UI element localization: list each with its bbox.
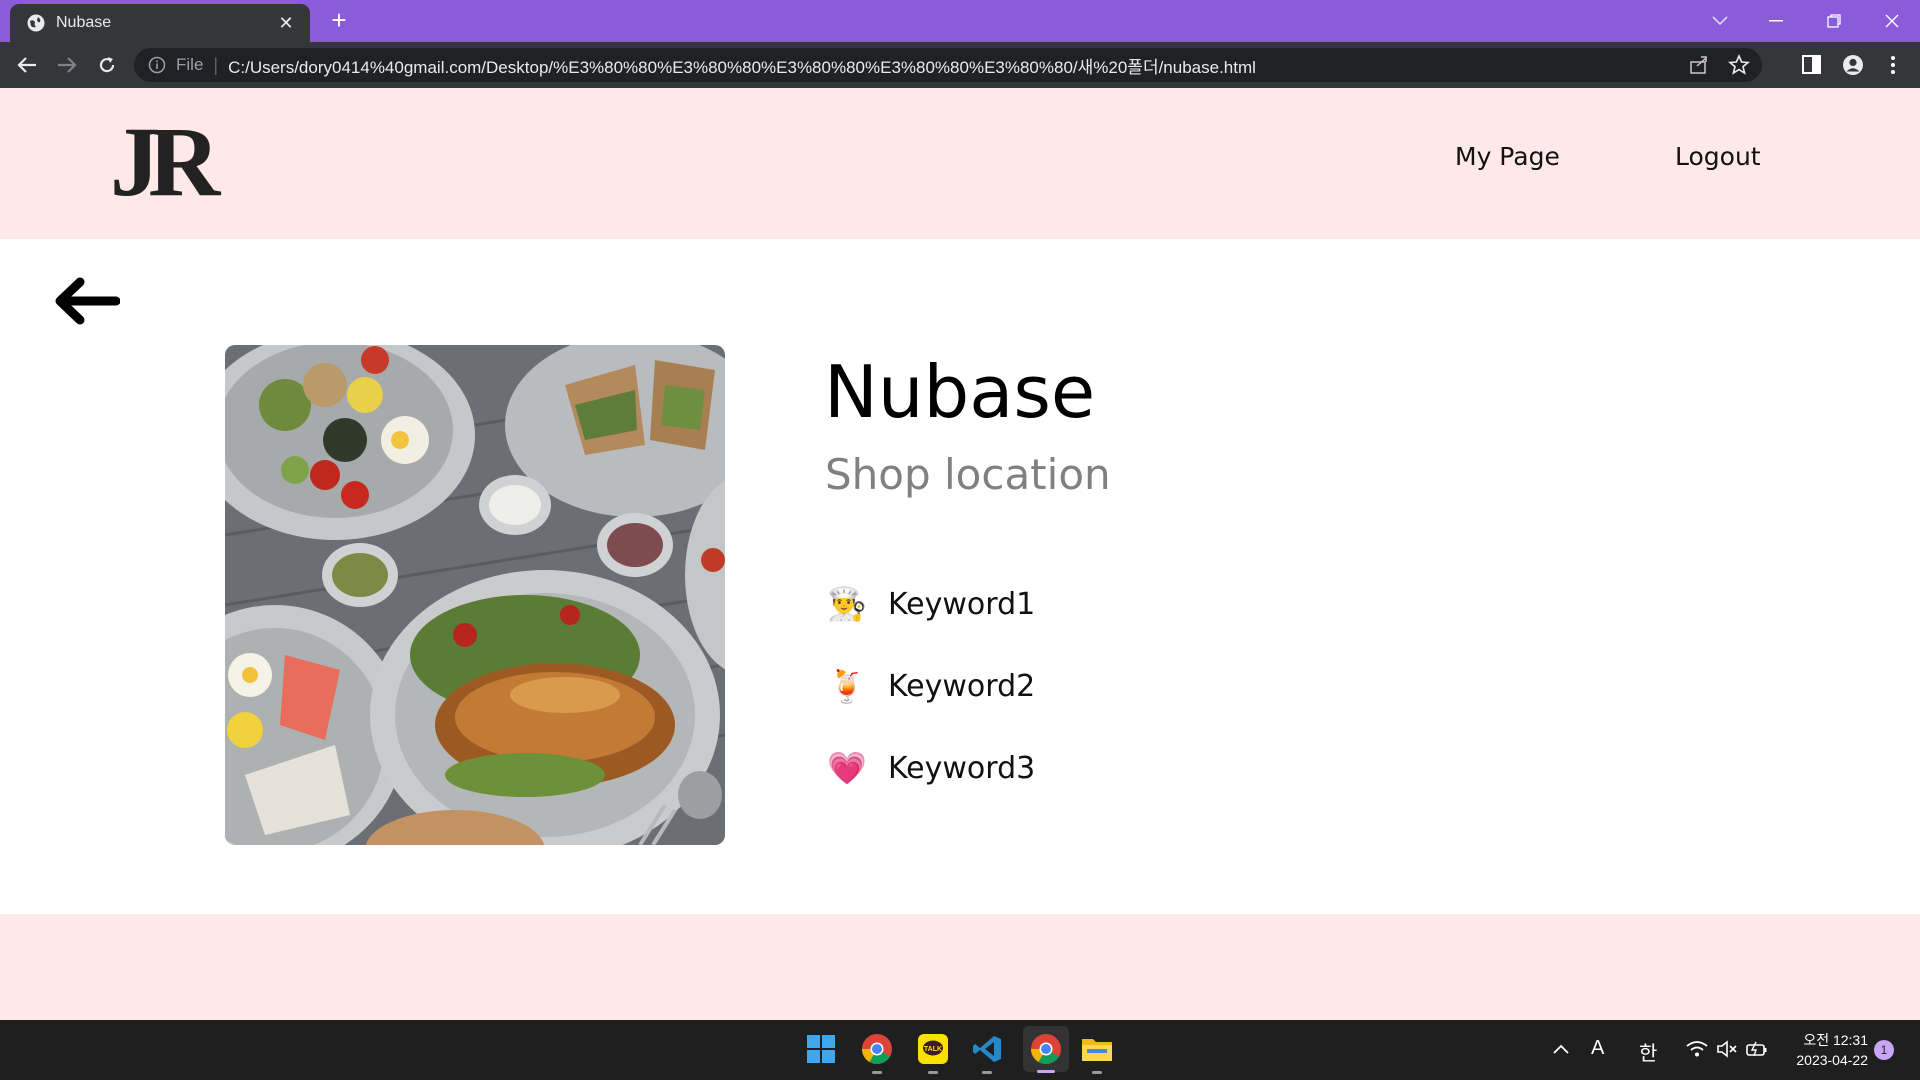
tray-font-indicator[interactable]: A [1591,1037,1604,1060]
chevron-down-icon [1712,16,1728,26]
nav-logout[interactable]: Logout [1675,142,1761,171]
taskbar-chrome[interactable] [858,1030,896,1074]
chef-emoji-icon: 👨‍🍳 [827,586,867,622]
back-arrow-icon[interactable] [54,276,120,326]
address-bar[interactable]: File | C:/Users/dory0414%40gmail.com/Des… [134,48,1762,82]
close-tab-icon[interactable]: ✕ [276,13,296,34]
reload-button[interactable] [93,51,121,79]
shop-photo [225,345,725,845]
volume-muted-icon[interactable] [1716,1040,1738,1058]
info-icon[interactable] [148,56,166,74]
chrome-icon [862,1034,892,1065]
battery-charging-icon[interactable] [1746,1040,1768,1058]
browser-titlebar: Nubase ✕ + [0,0,1920,42]
browser-tab[interactable]: Nubase ✕ [10,4,310,42]
keyword-label: Keyword1 [888,586,1036,622]
site-logo[interactable]: JR [110,112,220,212]
tab-title: Nubase [56,14,112,31]
clock-time: 오전 12:31 [1803,1032,1868,1048]
active-indicator [1037,1070,1055,1073]
running-indicator [928,1071,938,1074]
taskbar-chrome-active[interactable] [1023,1026,1069,1073]
keyword-item: 🍹 Keyword2 [826,665,1035,707]
file-explorer-icon [1082,1039,1112,1061]
side-panel-icon[interactable] [1801,54,1823,76]
running-indicator [872,1071,882,1074]
arrow-right-icon [58,57,77,73]
tab-search-button[interactable] [1692,0,1748,42]
address-scheme: File [176,55,204,74]
kebab-menu-icon[interactable] [1882,54,1904,76]
minimize-icon [1769,20,1783,22]
globe-icon [27,14,45,32]
svg-text:TALK: TALK [924,1046,942,1053]
reload-icon [99,57,115,73]
keyword-label: Keyword2 [888,668,1036,704]
clock-date: 2023-04-22 [1796,1052,1868,1068]
running-indicator [1092,1071,1102,1074]
nav-my-page[interactable]: My Page [1455,142,1560,171]
bookmark-star-icon[interactable] [1728,54,1750,76]
share-icon[interactable] [1688,54,1710,76]
taskbar-file-explorer[interactable] [1078,1030,1116,1074]
back-button[interactable] [13,51,41,79]
restore-icon [1827,14,1841,28]
heart-emoji-icon: 💗 [827,750,867,786]
windows-start-button[interactable] [802,1030,840,1068]
address-url[interactable]: C:/Users/dory0414%40gmail.com/Desktop/%E… [228,53,1256,78]
site-footer [0,914,1920,1020]
keyword-label: Keyword3 [888,750,1036,786]
site-header: JR My Page Logout [0,88,1920,239]
taskbar-kakaotalk[interactable]: TALK [914,1030,952,1074]
windows-start-icon [807,1035,835,1063]
vscode-icon [973,1036,1001,1062]
wifi-icon[interactable] [1686,1040,1708,1058]
running-indicator [982,1071,992,1074]
shop-location: Shop location [825,450,1111,499]
chevron-up-icon[interactable] [1553,1044,1569,1054]
minimize-button[interactable] [1748,0,1804,42]
tropical-drink-emoji-icon: 🍹 [827,668,867,704]
close-icon [1885,14,1899,28]
keyword-item: 👨‍🍳 Keyword1 [826,583,1035,625]
forward-button[interactable] [53,51,81,79]
kakaotalk-icon: TALK [918,1034,948,1064]
taskbar: TALK A 한 오전 12:31 2023-04-22 1 [0,1020,1920,1080]
keyword-item: 💗 Keyword3 [826,747,1035,789]
close-window-button[interactable] [1864,0,1920,42]
new-tab-button[interactable]: + [326,7,352,34]
browser-toolbar: File | C:/Users/dory0414%40gmail.com/Des… [0,42,1920,88]
arrow-left-icon [17,57,36,73]
restore-button[interactable] [1806,0,1862,42]
shop-name: Nubase [824,350,1096,434]
chrome-active-icon [1031,1034,1061,1065]
system-clock[interactable]: 오전 12:31 2023-04-22 [1780,1030,1868,1070]
address-divider: | [213,54,219,75]
tray-ime-indicator[interactable]: 한 [1639,1037,1657,1066]
taskbar-vscode[interactable] [968,1030,1006,1074]
profile-icon[interactable] [1842,54,1864,76]
notification-badge[interactable]: 1 [1874,1040,1894,1060]
web-page: JR My Page Logout Nubase Shop location 👨… [0,88,1920,1020]
